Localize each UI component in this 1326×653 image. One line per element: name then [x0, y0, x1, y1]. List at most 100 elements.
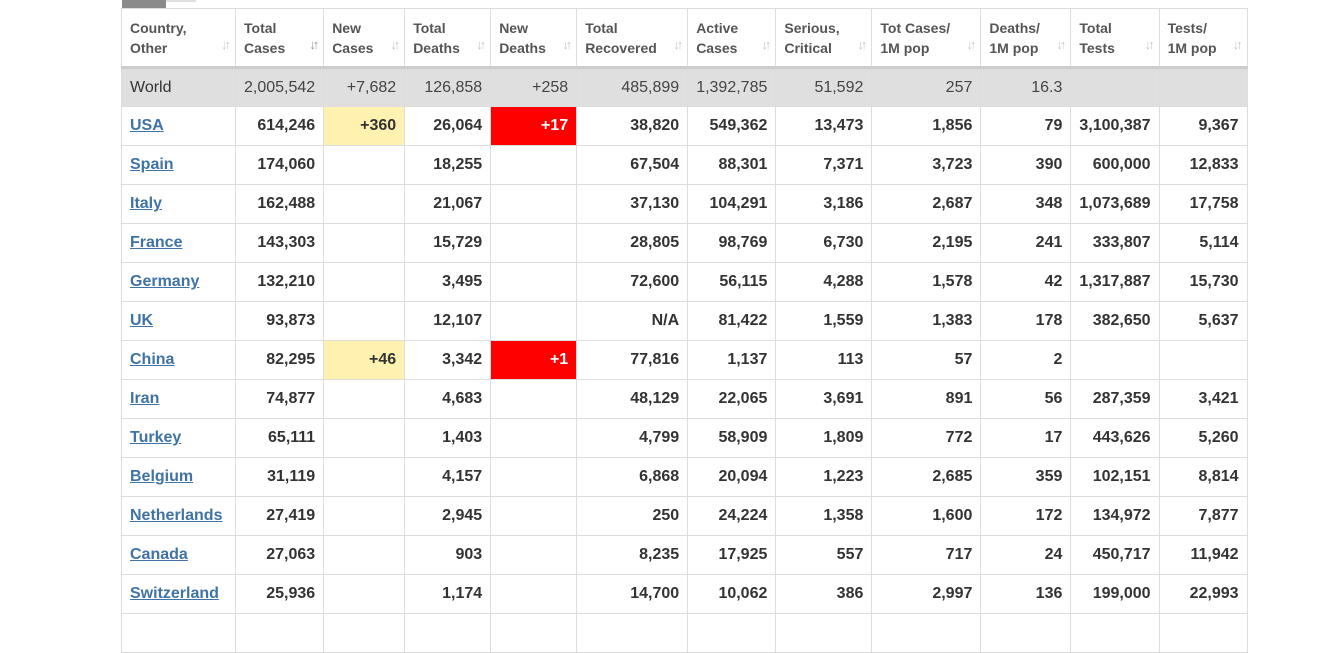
cell-deaths-per-1m: 16.3	[980, 67, 1072, 107]
country-link[interactable]: Canada	[130, 546, 188, 563]
column-header-new-cases[interactable]: New Cases ↓↑	[323, 8, 406, 68]
column-header-total-cases[interactable]: Total Cases ↓↑	[234, 8, 325, 68]
cell-total-cases: 65,111	[234, 418, 325, 458]
cell-total-cases: 614,246	[234, 106, 325, 146]
cell-active-cases: 1,137	[687, 340, 777, 380]
cell-active-cases: 98,769	[687, 223, 777, 263]
header-label-line1: Tests/	[1167, 19, 1207, 36]
cell-total-cases: 82,295	[234, 340, 325, 380]
column-header-total-deaths[interactable]: Total Deaths ↓↑	[404, 8, 492, 68]
sort-arrows-icon[interactable]: ↓↑	[1145, 35, 1155, 55]
country-link[interactable]: Switzerland	[130, 585, 219, 602]
cell-country: Netherlands	[121, 496, 236, 536]
cell-total-deaths: 18,255	[404, 145, 492, 185]
cell-new-deaths	[490, 145, 578, 185]
header-label-line2: Cases	[332, 39, 374, 56]
table-row: Turkey 65,111 1,403 4,799 58,909 1,809 772 17 44…	[121, 418, 1248, 458]
cell-total-recovered: 4,799	[576, 418, 689, 458]
cell-deaths-per-1m	[980, 613, 1072, 653]
cell-active-cases: 549,362	[687, 106, 777, 146]
cell-total-deaths: 3,342	[404, 340, 492, 380]
cell-total-deaths: 12,107	[404, 301, 492, 341]
country-link[interactable]: Netherlands	[130, 507, 222, 524]
column-header-deaths-per-1m[interactable]: Deaths/1M pop ↓↑	[980, 8, 1072, 68]
sort-arrows-icon[interactable]: ↓↑	[761, 35, 771, 55]
column-header-serious-critical[interactable]: Serious, Critical ↓↑	[775, 8, 873, 68]
country-link[interactable]: Iran	[130, 390, 159, 407]
sort-arrows-icon[interactable]: ↓↑	[966, 35, 976, 55]
country-link[interactable]: France	[130, 234, 182, 251]
country-link[interactable]: China	[130, 351, 174, 368]
country-link[interactable]: USA	[130, 117, 164, 134]
sort-arrows-icon[interactable]: ↓↑	[1233, 35, 1243, 55]
cell-total-deaths: 1,174	[404, 574, 492, 614]
column-header-active-cases[interactable]: Active Cases ↓↑	[687, 8, 777, 68]
cell-total-tests	[1070, 613, 1160, 653]
cell-serious-critical: 6,730	[775, 223, 873, 263]
cell-total-recovered: 38,820	[576, 106, 689, 146]
cell-serious-critical: 7,371	[775, 145, 873, 185]
column-header-country[interactable]: Country, Other ↓↑	[121, 8, 236, 68]
column-header-total-recovered[interactable]: Total Recovered ↓↑	[576, 8, 689, 68]
sort-arrows-icon[interactable]: ↓↑	[857, 35, 867, 55]
cell-total-deaths: 15,729	[404, 223, 492, 263]
cell-total-cases	[234, 613, 325, 653]
sort-arrows-icon[interactable]: ↓↑	[562, 35, 572, 55]
table-row: Netherlands 27,419 2,945 250 24,224 1,358 1,60…	[121, 496, 1248, 536]
sort-arrows-icon[interactable]: ↓↑	[1056, 35, 1066, 55]
header-label-line2: Tests	[1079, 39, 1115, 56]
sort-arrows-icon[interactable]: ↓↑	[309, 35, 319, 55]
cell-new-deaths	[490, 535, 578, 575]
cell-total-recovered: 485,899	[576, 67, 689, 107]
cell-country: France	[121, 223, 236, 263]
country-link[interactable]: Germany	[130, 273, 199, 290]
cell-total-recovered: 72,600	[576, 262, 689, 302]
cell-active-cases: 104,291	[687, 184, 777, 224]
cell-total-tests	[1070, 67, 1160, 107]
header-row: Country, Other ↓↑ Total Cases ↓↑ New Cases ↓↑ Tot…	[121, 8, 1248, 68]
header-label-line2: Deaths	[413, 39, 460, 56]
covid-stats-table: Country, Other ↓↑ Total Cases ↓↑ New Cases ↓↑ Tot…	[121, 8, 1248, 653]
cell-deaths-per-1m: 178	[980, 301, 1072, 341]
table-row: China 82,295 +46 3,342 +1 77,816 1,137 113 57 2	[121, 340, 1248, 380]
cell-tot-cases-per-1m: 2,687	[871, 184, 982, 224]
sort-arrows-icon[interactable]: ↓↑	[221, 35, 231, 55]
cell-total-deaths: 26,064	[404, 106, 492, 146]
cell-new-cases	[323, 574, 406, 614]
table-row: Canada 27,063 903 8,235 17,925 557 717 24 450,71…	[121, 535, 1248, 575]
cell-total-tests: 600,000	[1070, 145, 1160, 185]
sort-arrows-icon[interactable]: ↓↑	[673, 35, 683, 55]
cell-total-recovered: 28,805	[576, 223, 689, 263]
cell-total-tests: 199,000	[1070, 574, 1160, 614]
country-link[interactable]: UK	[130, 312, 153, 329]
cell-tests-per-1m	[1158, 67, 1248, 107]
cell-serious-critical: 1,809	[775, 418, 873, 458]
cell-tests-per-1m: 11,942	[1158, 535, 1248, 575]
cell-total-cases: 132,210	[234, 262, 325, 302]
cell-new-cases	[323, 223, 406, 263]
cell-serious-critical: 13,473	[775, 106, 873, 146]
country-link[interactable]: Belgium	[130, 468, 193, 485]
cell-total-recovered	[576, 613, 689, 653]
country-link[interactable]: Spain	[130, 156, 174, 173]
sort-arrows-icon[interactable]: ↓↑	[476, 35, 486, 55]
cell-tests-per-1m: 15,730	[1158, 262, 1248, 302]
cell-country: USA	[121, 106, 236, 146]
country-link[interactable]: Turkey	[130, 429, 181, 446]
column-header-total-tests[interactable]: Total Tests ↓↑	[1070, 8, 1160, 68]
column-header-tests-per-1m[interactable]: Tests/1M pop ↓↑	[1158, 8, 1248, 68]
column-header-new-deaths[interactable]: New Deaths ↓↑	[490, 8, 578, 68]
header-label-line2: 1M pop	[880, 39, 930, 56]
cell-tot-cases-per-1m: 1,383	[871, 301, 982, 341]
cell-country: Canada	[121, 535, 236, 575]
column-header-tot-cases-per-1m[interactable]: Tot Cases/1M pop ↓↑	[871, 8, 982, 68]
cell-total-deaths: 2,945	[404, 496, 492, 536]
cell-total-deaths: 21,067	[404, 184, 492, 224]
country-link[interactable]: Italy	[130, 195, 162, 212]
cell-total-cases: 93,873	[234, 301, 325, 341]
cell-new-cases	[323, 535, 406, 575]
sort-arrows-icon[interactable]: ↓↑	[390, 35, 400, 55]
table-row: UK 93,873 12,107 N/A 81,422 1,559 1,383 178 382,…	[121, 301, 1248, 341]
cell-total-cases: 74,877	[234, 379, 325, 419]
covid-stats-table-container: Country, Other ↓↑ Total Cases ↓↑ New Cases ↓↑ Tot…	[121, 8, 1248, 653]
